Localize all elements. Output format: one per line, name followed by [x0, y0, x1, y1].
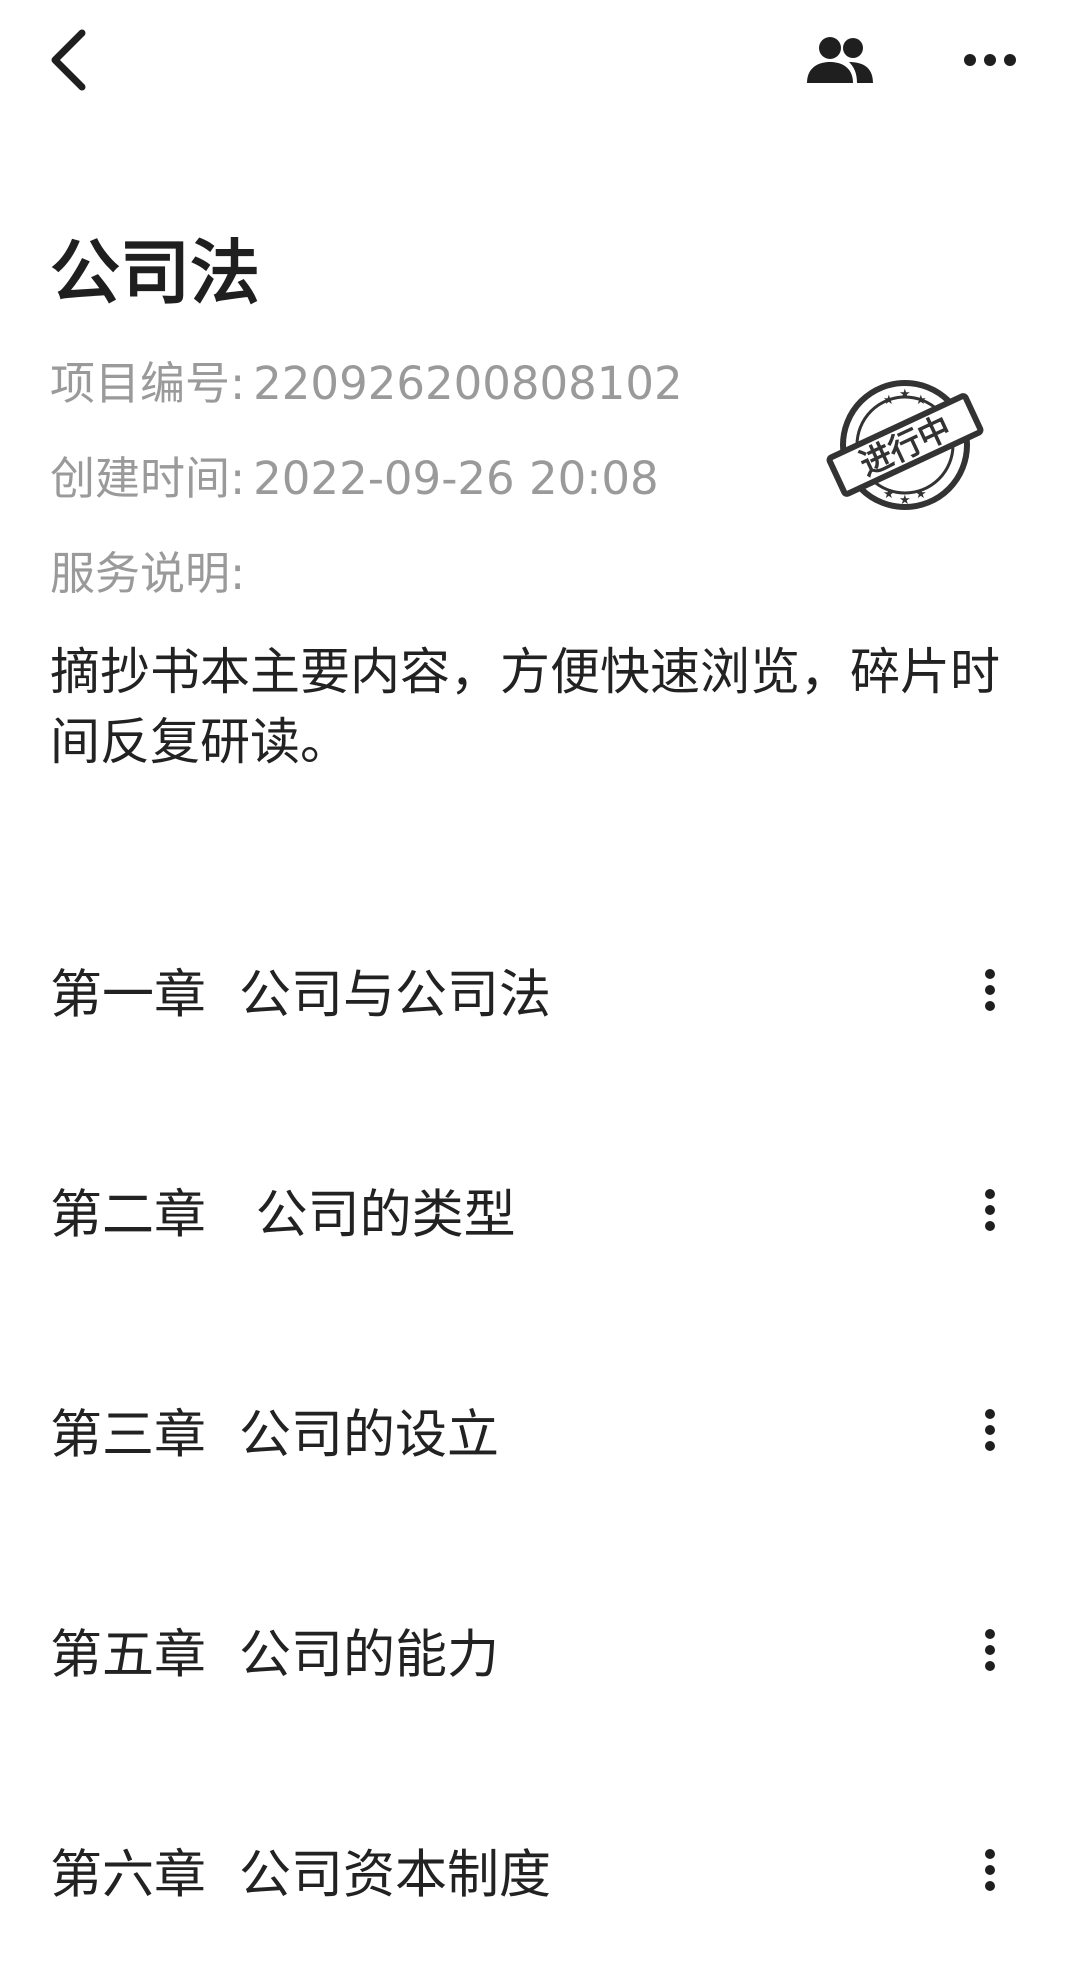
created-time-label: 创建时间: [50, 452, 246, 505]
back-button[interactable] [30, 20, 110, 100]
more-vertical-icon [985, 1849, 995, 1891]
page-title: 公司法 [50, 232, 260, 314]
top-bar [0, 0, 1080, 120]
chapter-title: 第六章 公司资本制度 [50, 1845, 552, 1906]
chapter-item[interactable]: 第六章 公司资本制度 [0, 1760, 1080, 1980]
chapter-item[interactable]: 第五章 公司的能力 [0, 1540, 1080, 1760]
chapter-title: 第一章 公司与公司法 [50, 965, 552, 1026]
service-description-text: 摘抄书本主要内容，方便快速浏览，碎片时间反复研读。 [50, 643, 1000, 771]
more-vertical-icon [985, 1189, 995, 1231]
service-description-label: 服务说明: [50, 547, 246, 600]
stamp-star-icon: ★ [883, 487, 895, 502]
stamp-star-icon: ★ [899, 387, 911, 402]
more-button[interactable] [940, 20, 1040, 100]
more-vertical-icon [985, 1629, 995, 1671]
more-vertical-icon [985, 969, 995, 1011]
project-id-value: 220926200808102 [253, 357, 683, 410]
chapter-title: 第二章 公司的类型 [50, 1185, 516, 1246]
stamp-star-icon: ★ [899, 493, 911, 508]
members-button[interactable] [790, 20, 890, 100]
chapter-more-button[interactable] [960, 1390, 1020, 1470]
chapter-title: 第五章 公司的能力 [50, 1625, 500, 1686]
chapter-item[interactable]: 第一章 公司与公司法 [0, 880, 1080, 1100]
more-horizontal-icon [964, 54, 1016, 66]
more-vertical-icon [985, 1409, 995, 1451]
chapter-more-button[interactable] [960, 1830, 1020, 1910]
chapter-item[interactable]: 第二章 公司的类型 [0, 1100, 1080, 1320]
project-id-label: 项目编号: [50, 357, 246, 410]
chapter-list: 第一章 公司与公司法 第二章 公司的类型 第三章 公司的设立 第五章 公司的能力 [0, 880, 1080, 1980]
project-id-row: 项目编号: 220926200808102 [50, 354, 683, 414]
people-icon [807, 37, 873, 83]
chevron-left-icon [51, 29, 86, 91]
chapter-more-button[interactable] [960, 1610, 1020, 1690]
chapter-more-button[interactable] [960, 950, 1020, 1030]
chapter-title: 第三章 公司的设立 [50, 1405, 500, 1466]
chapter-more-button[interactable] [960, 1170, 1020, 1250]
created-time-value: 2022-09-26 20:08 [253, 452, 659, 505]
status-stamp: ★ ★ ★ ★ ★ ★ 进行中 [826, 380, 984, 510]
stamp-star-icon: ★ [915, 393, 927, 408]
chapter-item[interactable]: 第三章 公司的设立 [0, 1320, 1080, 1540]
stamp-star-icon: ★ [915, 487, 927, 502]
stamp-star-icon: ★ [883, 393, 895, 408]
created-time-row: 创建时间: 2022-09-26 20:08 [50, 449, 659, 509]
